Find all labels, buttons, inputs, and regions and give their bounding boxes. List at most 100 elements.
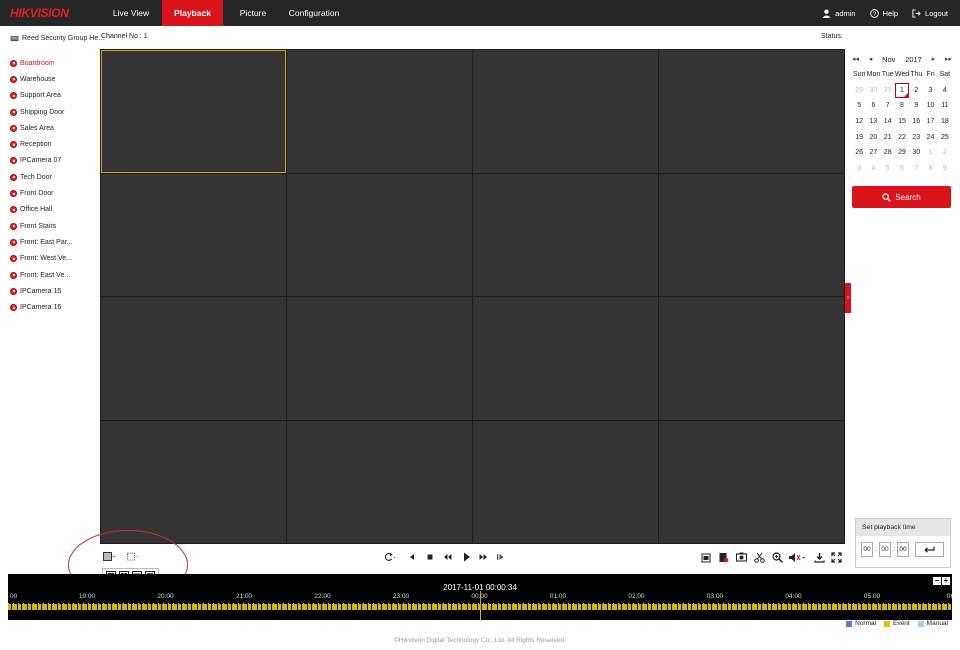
video-window[interactable] — [473, 297, 658, 420]
clip-scissors-icon[interactable] — [753, 551, 765, 563]
playback-timeline[interactable]: 2017-11-01 00:00:34 − + 00 19:00 20:00 21:… — [8, 574, 952, 620]
search-button[interactable]: Search — [852, 186, 951, 208]
sidebar-camera-item[interactable]: Warehouse — [10, 71, 73, 87]
calendar-day[interactable]: 1 — [923, 145, 937, 161]
calendar-day[interactable]: 8 — [895, 98, 909, 114]
camera-video-icon[interactable] — [700, 551, 712, 563]
video-window[interactable] — [101, 297, 286, 420]
calendar-day[interactable]: 26 — [852, 145, 866, 161]
calendar-day[interactable]: 27 — [866, 145, 880, 161]
capture-icon[interactable] — [735, 551, 747, 563]
tab-configuration[interactable]: Configuration — [284, 0, 344, 26]
video-window[interactable] — [473, 50, 658, 173]
calendar-day[interactable]: 31 — [881, 83, 895, 99]
calendar-day[interactable]: 29 — [895, 145, 909, 161]
calendar-day[interactable]: 21 — [881, 130, 895, 146]
calendar-day[interactable]: 9 — [938, 161, 952, 177]
sidebar-camera-item[interactable]: IPCamera 07 — [10, 153, 73, 169]
apply-time-button[interactable] — [915, 542, 944, 557]
calendar-day[interactable]: 29 — [852, 83, 866, 99]
calendar-day[interactable]: 6 — [895, 161, 909, 177]
calendar-day[interactable]: 7 — [881, 98, 895, 114]
calendar-day[interactable]: 15 — [895, 114, 909, 130]
sidebar-camera-item[interactable]: Front: East Ve... — [10, 267, 73, 283]
video-window[interactable] — [287, 297, 472, 420]
calendar-day[interactable]: 20 — [866, 130, 880, 146]
calendar-day[interactable]: 30 — [909, 145, 923, 161]
device-group[interactable]: Reed Security Group He... — [10, 35, 104, 42]
calendar-day[interactable]: 10 — [923, 98, 937, 114]
timeline-zoom-out-icon[interactable]: − — [933, 577, 941, 585]
calendar-day[interactable]: 16 — [909, 114, 923, 130]
sidebar-camera-item[interactable]: Support Area — [10, 88, 73, 104]
calendar-day[interactable]: 30 — [866, 83, 880, 99]
calendar-day[interactable]: 11 — [938, 98, 952, 114]
prev-year-icon[interactable]: ◂◂ — [852, 55, 859, 63]
calendar-day[interactable]: 1 — [894, 82, 910, 99]
video-window[interactable] — [659, 173, 844, 296]
sidebar-camera-item[interactable]: Reception — [10, 136, 73, 152]
video-window[interactable] — [101, 420, 286, 543]
calendar-day[interactable]: 24 — [923, 130, 937, 146]
calendar-day[interactable]: 17 — [923, 114, 937, 130]
help-link[interactable]: ? Help — [869, 9, 898, 18]
calendar-day[interactable]: 7 — [909, 161, 923, 177]
minute-field[interactable]: 00 — [879, 542, 891, 557]
slow-down-icon[interactable] — [441, 551, 453, 563]
speed-up-icon[interactable] — [477, 551, 489, 563]
calendar-day[interactable]: 2 — [909, 83, 923, 99]
audio-icon[interactable] — [788, 551, 806, 563]
video-window[interactable] — [101, 173, 286, 296]
single-frame-icon[interactable] — [494, 551, 506, 563]
calendar-day[interactable]: 13 — [866, 114, 880, 130]
sidebar-camera-item[interactable]: Front: East Par... — [10, 234, 73, 250]
video-window[interactable] — [473, 173, 658, 296]
tab-picture[interactable]: Picture — [228, 0, 278, 26]
video-window[interactable] — [659, 420, 844, 543]
stop-icon[interactable] — [424, 551, 436, 563]
calendar-day[interactable]: 19 — [852, 130, 866, 146]
calendar-day[interactable]: 25 — [938, 130, 952, 146]
video-window[interactable] — [287, 173, 472, 296]
calendar-day[interactable]: 4 — [866, 161, 880, 177]
tab-live-view[interactable]: Live View — [102, 0, 160, 26]
tab-playback[interactable]: Playback — [162, 0, 223, 26]
video-window[interactable] — [659, 50, 844, 173]
next-year-icon[interactable]: ▸▸ — [945, 55, 952, 63]
calendar-day[interactable]: 9 — [909, 98, 923, 114]
video-window[interactable] — [473, 420, 658, 543]
calendar-day[interactable]: 4 — [938, 83, 952, 99]
prev-month-icon[interactable]: ◂ — [869, 55, 873, 63]
sidebar-camera-item[interactable]: Office Hall — [10, 202, 73, 218]
calendar-day[interactable]: 18 — [938, 114, 952, 130]
video-window[interactable] — [659, 297, 844, 420]
sidebar-camera-item[interactable]: IPCamera 15 — [10, 283, 73, 299]
sidebar-camera-item[interactable]: Front Door — [10, 185, 73, 201]
window-layout-icon[interactable] — [103, 551, 115, 563]
sidebar-camera-item[interactable]: Front: West Ve... — [10, 251, 73, 267]
sidebar-camera-item[interactable]: Tech Door — [10, 169, 73, 185]
calendar-day[interactable]: 2 — [938, 145, 952, 161]
video-window[interactable] — [287, 420, 472, 543]
timeline-cursor[interactable] — [480, 591, 481, 620]
sidebar-camera-item[interactable]: IPCamera 16 — [10, 299, 73, 315]
digital-zoom-icon[interactable] — [771, 551, 783, 563]
download-icon[interactable] — [813, 551, 825, 563]
sidebar-camera-item[interactable]: Sales Area — [10, 120, 73, 136]
calendar-day[interactable]: 5 — [881, 161, 895, 177]
calendar-day[interactable]: 23 — [909, 130, 923, 146]
hour-field[interactable]: 00 — [861, 542, 873, 557]
video-window[interactable] — [101, 50, 286, 173]
user-menu[interactable]: admin — [822, 9, 856, 18]
play-icon[interactable] — [460, 551, 472, 563]
sidebar-camera-item[interactable]: Boardroom — [10, 55, 73, 71]
timeline-zoom-in-icon[interactable]: + — [942, 577, 950, 585]
calendar-day[interactable]: 14 — [881, 114, 895, 130]
calendar-day[interactable]: 5 — [852, 98, 866, 114]
record-clip-icon[interactable] — [717, 551, 729, 563]
calendar-day[interactable]: 3 — [852, 161, 866, 177]
sidebar-camera-item[interactable]: Front Stairs — [10, 218, 73, 234]
calendar-day[interactable]: 28 — [881, 145, 895, 161]
calendar-day[interactable]: 8 — [923, 161, 937, 177]
calendar-day[interactable]: 12 — [852, 114, 866, 130]
